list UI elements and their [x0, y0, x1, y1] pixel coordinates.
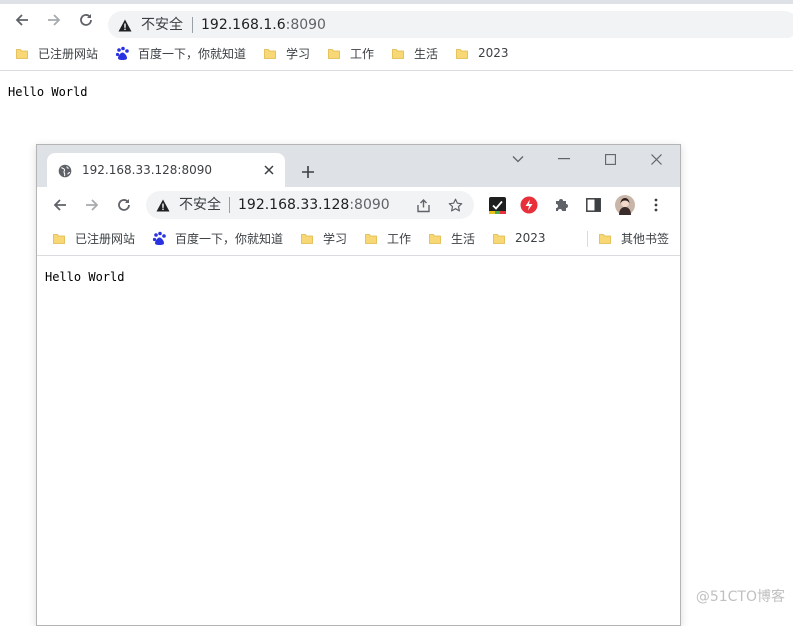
folder-icon: [53, 233, 65, 244]
bookmark-label: 2023: [478, 46, 509, 60]
bookmark-label: 生活: [414, 46, 439, 61]
url-text[interactable]: 192.168.1.6:8090: [201, 11, 326, 39]
extensions-puzzle-icon[interactable]: [551, 195, 571, 215]
reload-icon[interactable]: [75, 9, 97, 31]
bookmark-label: 百度一下，你就知道: [138, 46, 247, 61]
tab-title: 192.168.33.128:8090: [82, 163, 213, 177]
bookmark-baidu[interactable]: 百度一下，你就知道: [115, 41, 246, 65]
folder-icon: [392, 48, 404, 59]
tab-active[interactable]: 192.168.33.128:8090: [47, 153, 285, 187]
close-tab-icon[interactable]: [261, 162, 277, 178]
other-bookmarks-label: 其他书签: [621, 231, 670, 246]
bookmark-2023[interactable]: 2023: [493, 226, 546, 250]
inner-bookmarks-bar: 已注册网站 百度一下，你就知道 学习 工作 生活 2023 其他书签: [37, 223, 680, 256]
url-host: 192.168.1.6: [201, 17, 286, 33]
bookmark-label: 已注册网站: [38, 46, 99, 61]
bookmark-label: 已注册网站: [75, 231, 136, 246]
star-icon[interactable]: [446, 196, 464, 214]
side-panel-icon[interactable]: [583, 195, 603, 215]
folder-icon: [365, 233, 377, 244]
lightning-extension-icon[interactable]: [519, 195, 539, 215]
new-tab-icon[interactable]: [297, 161, 319, 183]
folder-icon: [493, 233, 505, 244]
bookmarks-divider: [587, 231, 588, 247]
bookmark-2023[interactable]: 2023: [456, 41, 509, 65]
separator: [229, 197, 230, 213]
folder-icon: [456, 48, 468, 59]
bookmark-baidu[interactable]: 百度一下，你就知道: [152, 226, 283, 250]
warning-icon[interactable]: [117, 17, 133, 33]
url-host: 192.168.33.128: [238, 197, 350, 213]
minimize-icon[interactable]: [553, 151, 575, 167]
bookmark-label: 学习: [323, 231, 348, 246]
inner-browser-window: 192.168.33.128:8090 不安全 192.168.33.128:8…: [36, 144, 681, 626]
checklist-extension-icon[interactable]: [487, 195, 507, 215]
menu-dots-icon[interactable]: [646, 195, 666, 215]
forward-icon[interactable]: [81, 194, 103, 216]
globe-icon: [57, 163, 73, 179]
bookmark-gongzuo[interactable]: 工作: [365, 226, 411, 250]
bookmark-xuexi[interactable]: 学习: [264, 41, 310, 65]
tab-search-chevron-down-icon[interactable]: [507, 151, 529, 167]
share-icon[interactable]: [414, 196, 432, 214]
bookmark-gongzuo[interactable]: 工作: [328, 41, 374, 65]
bookmark-label: 百度一下，你就知道: [175, 231, 284, 246]
bookmark-xuexi[interactable]: 学习: [301, 226, 347, 250]
maximize-icon[interactable]: [599, 151, 621, 167]
bookmark-label: 2023: [515, 231, 546, 245]
bookmark-shenghuo[interactable]: 生活: [429, 226, 475, 250]
baidu-paw-icon: [152, 231, 166, 245]
outer-page-text: Hello World: [8, 85, 88, 99]
watermark: @51CTO博客: [695, 589, 785, 605]
bookmark-label: 工作: [387, 231, 412, 246]
url-port: :8090: [349, 197, 390, 213]
folder-icon: [328, 48, 340, 59]
inner-titlebar: 192.168.33.128:8090: [37, 145, 680, 187]
back-icon[interactable]: [11, 9, 33, 31]
close-window-icon[interactable]: [645, 151, 667, 167]
security-label[interactable]: 不安全: [141, 11, 183, 39]
security-label[interactable]: 不安全: [179, 191, 221, 219]
outer-bookmarks-bar: 已注册网站 百度一下，你就知道 学习 工作 生活 2023: [0, 38, 793, 71]
bookmark-label: 学习: [286, 46, 311, 61]
baidu-paw-icon: [115, 46, 129, 60]
url-port: :8090: [285, 17, 326, 33]
folder-icon: [599, 233, 611, 244]
bookmark-yizhuce[interactable]: 已注册网站: [53, 226, 135, 250]
folder-icon: [301, 233, 313, 244]
address-bar[interactable]: 不安全 192.168.1.6:8090: [108, 11, 793, 39]
bookmark-shenghuo[interactable]: 生活: [392, 41, 438, 65]
bookmark-yizhuce[interactable]: 已注册网站: [16, 41, 98, 65]
folder-icon: [264, 48, 276, 59]
outer-toolbar: 不安全 192.168.1.6:8090: [0, 4, 793, 39]
reload-icon[interactable]: [113, 194, 135, 216]
address-bar[interactable]: 不安全 192.168.33.128:8090: [146, 191, 474, 219]
separator: [192, 17, 193, 33]
url-text[interactable]: 192.168.33.128:8090: [238, 191, 390, 219]
bookmark-label: 工作: [350, 46, 375, 61]
inner-page-text: Hello World: [45, 270, 125, 284]
back-icon[interactable]: [49, 194, 71, 216]
profile-avatar[interactable]: [614, 194, 636, 216]
bookmark-label: 生活: [451, 231, 476, 246]
folder-icon: [429, 233, 441, 244]
inner-toolbar: 不安全 192.168.33.128:8090: [37, 187, 680, 223]
forward-icon[interactable]: [43, 9, 65, 31]
folder-icon: [16, 48, 28, 59]
bookmark-other[interactable]: 其他书签: [599, 226, 669, 250]
warning-icon[interactable]: [155, 197, 171, 213]
